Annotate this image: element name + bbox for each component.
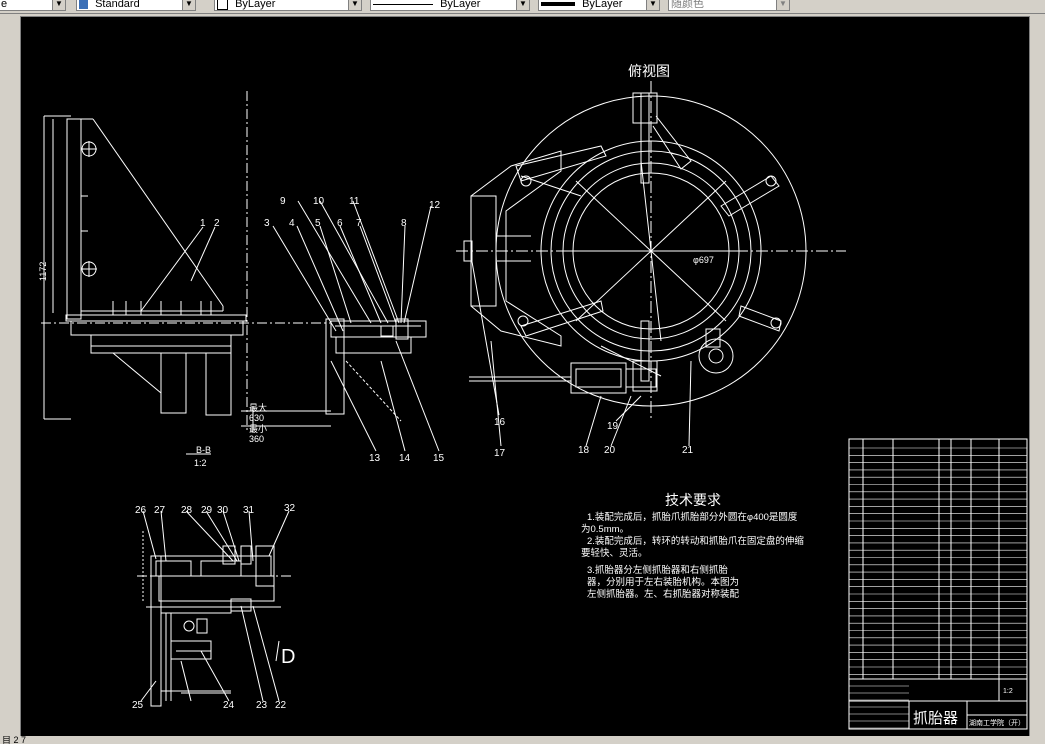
callout-25: 25 [132, 700, 144, 711]
callout-22: 22 [275, 700, 287, 711]
callout-1: 1 [200, 218, 206, 229]
dim-min-value: 360 [249, 434, 264, 444]
callout-14: 14 [399, 453, 411, 464]
tech-title: 技术要求 [665, 492, 721, 508]
callout-24: 24 [223, 700, 235, 711]
title-block-org: 湖南工学院（开） [969, 718, 1025, 727]
callout-28: 28 [181, 505, 193, 516]
callout-32: 32 [284, 503, 296, 514]
color-swatch-icon [217, 0, 228, 10]
section-label: B-B [196, 445, 211, 455]
dim-max-label: 最大 [249, 402, 267, 413]
callout-27: 27 [154, 505, 166, 516]
callout-16: 16 [494, 417, 506, 428]
dim-max-value: 630 [249, 413, 264, 423]
callout-19: 19 [607, 421, 619, 432]
callout-21: 21 [682, 445, 694, 456]
callout-10: 10 [313, 196, 325, 207]
callout-11: 11 [349, 196, 360, 207]
linetype-combo-value: e [1, 0, 8, 10]
lineweight-combo[interactable]: ByLayer ▼ [538, 0, 660, 11]
side-view [41, 91, 331, 455]
tech-line-7: 左侧抓胎器。左、右抓胎器对称装配 [587, 588, 740, 600]
callout-26: 26 [135, 505, 147, 516]
left-gutter [0, 16, 20, 736]
plotstyle-combo[interactable]: 随颜色 ▼ [668, 0, 790, 11]
textstyle-combo[interactable]: Standard ▼ [76, 0, 196, 11]
callout-4: 4 [289, 218, 295, 229]
chevron-down-icon[interactable]: ▼ [516, 0, 529, 10]
callout-13: 13 [369, 453, 381, 464]
callout-5: 5 [315, 218, 321, 229]
title-block-name: 抓胎器 [913, 710, 958, 727]
dim-min-label: 最小 [249, 424, 267, 434]
tech-line-4: 要轻快、灵活。 [581, 547, 648, 559]
properties-toolbar: e ▼ Standard ▼ ByLayer ▼ ByLayer ▼ ByLay… [0, 0, 1045, 14]
bom-table [848, 438, 1028, 730]
layer-color-combo-value: ByLayer [235, 0, 276, 10]
callout-18: 18 [578, 445, 590, 456]
dim-diameter: φ697 [693, 255, 714, 265]
tech-line-2: 为0.5mm。 [581, 523, 629, 535]
bom-rows [849, 447, 1027, 729]
tech-line-6: 器，分别用于左右装胎机构。本图为 [587, 576, 739, 588]
title-block-scale: 1:2 [1003, 688, 1013, 695]
chevron-down-icon[interactable]: ▼ [646, 0, 659, 10]
lineweight-combo-value: ByLayer [582, 0, 623, 10]
callout-12: 12 [429, 200, 441, 211]
chevron-down-icon[interactable]: ▼ [182, 0, 195, 10]
callout-3: 3 [264, 218, 270, 229]
linetype-preview-icon [373, 3, 433, 5]
callout-7: 7 [356, 218, 362, 229]
tech-line-5: 3.抓胎器分左侧抓胎器和右侧抓胎 [587, 564, 728, 576]
linetype-combo-2-value: ByLayer [440, 0, 481, 10]
callout-20: 20 [604, 445, 616, 456]
linetype-combo[interactable]: e ▼ [0, 0, 66, 11]
callout-9: 9 [280, 196, 286, 207]
chevron-down-icon[interactable]: ▼ [348, 0, 361, 10]
chevron-down-icon[interactable]: ▼ [52, 0, 65, 10]
callout-labels: 1 2 3 4 5 6 7 89 10 11 1213 14 151617 181920 2126 27 28 2… [132, 196, 694, 711]
textstyle-icon [79, 0, 88, 9]
callout-30: 30 [217, 505, 229, 516]
section-scale: 1:2 [194, 458, 207, 468]
textstyle-combo-value: Standard [95, 0, 140, 10]
right-gutter [1030, 16, 1045, 736]
callout-31: 31 [243, 505, 255, 516]
callout-23: 23 [256, 700, 268, 711]
callout-8: 8 [401, 218, 407, 229]
detail-view [137, 510, 291, 707]
status-bar: 目 2 7 [0, 736, 1045, 744]
callout-29: 29 [201, 505, 213, 516]
view-title: 俯视图 [628, 63, 670, 79]
tech-line-3: 2.装配完成后，转环的转动和抓胎爪在固定盘的伸缩 [587, 535, 804, 547]
callout-2: 2 [214, 218, 220, 229]
lineweight-preview-icon [541, 2, 575, 7]
dim-height: 1172 [38, 262, 48, 281]
linetype-combo-2[interactable]: ByLayer ▼ [370, 0, 530, 11]
callout-15: 15 [433, 453, 445, 464]
status-text: 目 2 7 [2, 736, 27, 744]
chevron-down-icon[interactable]: ▼ [776, 0, 789, 10]
view-arrow-label: D [281, 646, 295, 668]
layer-color-combo[interactable]: ByLayer ▼ [214, 0, 362, 11]
cad-drawing: 俯视图 B-B 1:2 1172 最大 630 最小 360 φ697 D 技术… [38, 63, 1028, 730]
center-section [272, 200, 440, 452]
top-view [456, 81, 846, 447]
drawing-canvas[interactable]: 俯视图 B-B 1:2 1172 最大 630 最小 360 φ697 D 技术… [20, 16, 1030, 738]
plotstyle-combo-value: 随颜色 [671, 0, 704, 10]
tech-line-1: 1.装配完成后，抓胎爪抓胎部分外圆在φ400是圆度 [587, 511, 798, 523]
callout-6: 6 [337, 218, 343, 229]
callout-17: 17 [494, 448, 506, 459]
